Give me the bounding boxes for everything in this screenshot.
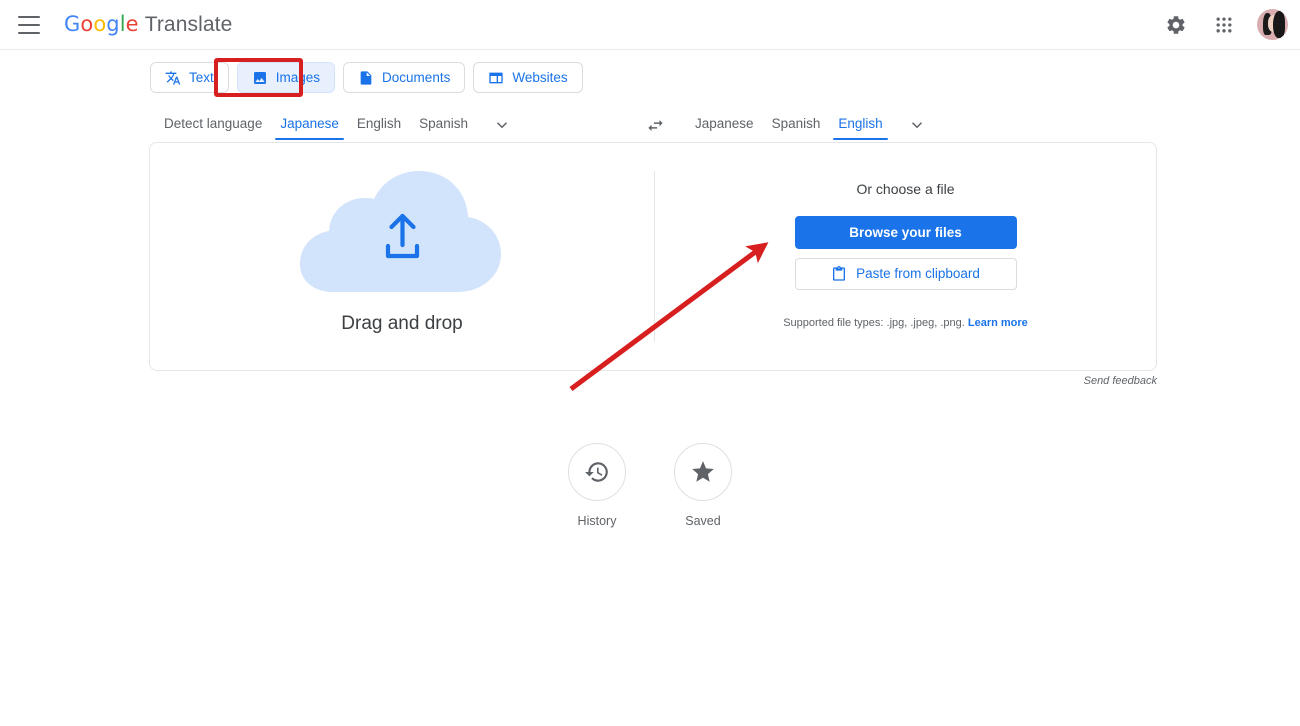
choose-file-title: Or choose a file — [856, 180, 955, 197]
supported-file-types-text: Supported file types: .jpg, .jpeg, .png. — [783, 316, 965, 329]
source-language-selector: Detect language Japanese English Spanish — [155, 110, 519, 140]
target-lang-english[interactable]: English — [829, 111, 891, 140]
shortcut-buttons: History Saved — [0, 443, 1300, 528]
app-header: Google Translate — [0, 0, 1300, 50]
header-actions — [1159, 8, 1288, 42]
target-lang-japanese[interactable]: Japanese — [686, 111, 763, 140]
star-icon — [692, 461, 714, 482]
upload-cloud-icon — [295, 168, 510, 293]
chevron-down-icon[interactable] — [485, 110, 519, 140]
saved-button-circle — [674, 443, 732, 501]
translate-icon — [165, 70, 181, 85]
target-language-selector: Japanese Spanish English — [640, 110, 934, 140]
history-clock-icon — [585, 462, 608, 482]
history-button[interactable]: History — [568, 443, 626, 528]
paste-from-clipboard-label: Paste from clipboard — [856, 266, 980, 281]
send-feedback-link[interactable]: Send feedback — [1084, 375, 1157, 387]
tab-images[interactable]: Images — [236, 62, 336, 93]
source-lang-spanish[interactable]: Spanish — [410, 111, 477, 140]
tab-websites-label: Websites — [512, 70, 568, 85]
tab-images-label: Images — [275, 70, 321, 85]
saved-label: Saved — [685, 514, 721, 528]
image-icon — [253, 71, 266, 84]
chevron-down-icon[interactable] — [900, 110, 934, 140]
source-lang-detect[interactable]: Detect language — [155, 111, 271, 140]
website-icon — [489, 72, 503, 83]
clipboard-icon — [833, 265, 846, 281]
mode-tabs: Text Images Documents Websites — [150, 62, 583, 93]
tab-documents-label: Documents — [382, 70, 451, 85]
saved-button[interactable]: Saved — [674, 443, 732, 528]
google-logo: Google — [64, 12, 139, 36]
document-icon — [360, 70, 372, 85]
learn-more-link[interactable]: Learn more — [968, 317, 1028, 329]
swap-languages-icon[interactable] — [640, 110, 670, 140]
apps-grid-icon[interactable] — [1207, 8, 1241, 42]
product-name: Translate — [144, 13, 233, 36]
drag-and-drop-zone[interactable]: Drag and drop — [150, 143, 654, 370]
gear-icon[interactable] — [1159, 8, 1193, 42]
paste-from-clipboard-button[interactable]: Paste from clipboard — [794, 257, 1017, 290]
tab-text-label: Text — [189, 70, 214, 85]
history-button-circle — [568, 443, 626, 501]
tab-documents[interactable]: Documents — [343, 62, 466, 93]
file-picker-section: Or choose a file Browse your files Paste… — [655, 143, 1156, 370]
hamburger-menu-icon[interactable] — [18, 15, 42, 34]
source-lang-japanese[interactable]: Japanese — [271, 111, 348, 140]
user-avatar[interactable] — [1257, 9, 1288, 40]
brand-logo[interactable]: Google Translate — [64, 12, 232, 37]
tab-websites[interactable]: Websites — [473, 62, 583, 93]
drag-and-drop-label: Drag and drop — [341, 313, 463, 334]
tab-text[interactable]: Text — [150, 62, 229, 93]
image-upload-panel: Drag and drop Or choose a file Browse yo… — [149, 142, 1157, 371]
source-lang-english[interactable]: English — [348, 111, 410, 140]
history-label: History — [577, 514, 617, 528]
target-lang-spanish[interactable]: Spanish — [763, 111, 830, 140]
supported-file-types: Supported file types: .jpg, .jpeg, .png.… — [783, 317, 1028, 329]
browse-files-button[interactable]: Browse your files — [794, 215, 1017, 249]
